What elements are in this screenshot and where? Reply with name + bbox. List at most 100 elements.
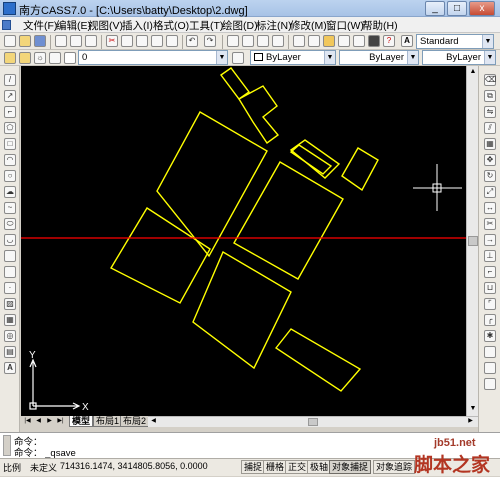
extend-icon[interactable]: →: [484, 234, 496, 246]
object-tracking-toggle[interactable]: 对象追踪: [373, 460, 416, 474]
coordinate-readout[interactable]: 714316.1474, 3414805.8056, 0.0000: [60, 461, 208, 471]
polygon-icon[interactable]: ⬠: [4, 122, 16, 134]
scroll-thumb[interactable]: [308, 418, 318, 426]
maximize-button[interactable]: □: [447, 1, 467, 16]
chamfer-icon[interactable]: ⌜: [484, 298, 496, 310]
extra-tool-icon[interactable]: [484, 378, 496, 390]
menu-file[interactable]: 文件(F): [23, 18, 57, 33]
open-icon[interactable]: [19, 35, 31, 47]
close-button[interactable]: x: [469, 1, 495, 16]
erase-icon[interactable]: ⌫: [484, 74, 496, 86]
text-style-select[interactable]: Standard ▼: [416, 34, 494, 49]
layer-manager-icon[interactable]: [4, 52, 16, 64]
line-icon[interactable]: /: [4, 74, 16, 86]
markup-icon[interactable]: [353, 35, 365, 47]
scroll-thumb[interactable]: [468, 236, 478, 246]
insert-block-icon[interactable]: [4, 250, 16, 262]
pan-icon[interactable]: [227, 35, 239, 47]
layer-states-icon[interactable]: [19, 52, 31, 64]
ortho-toggle[interactable]: 正交: [285, 460, 310, 474]
mirror-icon[interactable]: ⇋: [484, 106, 496, 118]
menu-dimension[interactable]: 标注(N): [256, 18, 292, 33]
vertical-scrollbar[interactable]: ▲ ▼: [466, 66, 478, 416]
scroll-left-icon[interactable]: ◀: [149, 417, 158, 426]
properties-panel-icon[interactable]: [484, 362, 496, 374]
design-center-icon[interactable]: [308, 35, 320, 47]
stretch-icon[interactable]: ↔: [484, 202, 496, 214]
rectangle-icon[interactable]: □: [4, 138, 16, 150]
menu-format[interactable]: 格式(O): [153, 18, 189, 33]
minimize-button[interactable]: _: [425, 1, 445, 16]
break-icon[interactable]: ⌐: [484, 266, 496, 278]
layer-select[interactable]: 0 ▼: [78, 50, 228, 65]
menu-tools[interactable]: 工具(T): [189, 18, 223, 33]
spline-icon[interactable]: ~: [4, 202, 16, 214]
move-icon[interactable]: ✥: [484, 154, 496, 166]
gradient-icon[interactable]: ▦: [4, 314, 16, 326]
horizontal-scrollbar[interactable]: ◀ ▶: [148, 416, 478, 427]
command-prompt-line[interactable]: 命令： _qsave: [14, 445, 76, 459]
scale-label[interactable]: 比例: [3, 461, 21, 474]
scale-icon[interactable]: ⤢: [484, 186, 496, 198]
copy-object-icon[interactable]: ⧉: [484, 90, 496, 102]
print-icon[interactable]: [55, 35, 67, 47]
circle-icon[interactable]: ○: [4, 170, 16, 182]
table-icon[interactable]: ▤: [4, 346, 16, 358]
print-preview-icon[interactable]: [70, 35, 82, 47]
make-block-icon[interactable]: [4, 266, 16, 278]
previous-tab-icon[interactable]: ◀: [34, 417, 43, 426]
make-current-layer-icon[interactable]: [232, 52, 244, 64]
undo-icon[interactable]: ↶: [186, 35, 198, 47]
scroll-down-icon[interactable]: ▼: [468, 404, 478, 414]
zoom-window-icon[interactable]: [257, 35, 269, 47]
scroll-right-icon[interactable]: ▶: [466, 417, 475, 426]
sheet-set-icon[interactable]: [338, 35, 350, 47]
zoom-realtime-icon[interactable]: [242, 35, 254, 47]
copy-icon[interactable]: [121, 35, 133, 47]
menu-window[interactable]: 窗口(W): [326, 18, 364, 33]
command-window-grip[interactable]: [3, 435, 11, 456]
break-at-point-icon[interactable]: ⊥: [484, 250, 496, 262]
block-editor-icon[interactable]: [166, 35, 178, 47]
color-select[interactable]: ByLayer ▼: [250, 50, 336, 65]
menu-modify[interactable]: 修改(M): [290, 18, 327, 33]
ellipse-arc-icon[interactable]: ◡: [4, 234, 16, 246]
menu-insert[interactable]: 插入(I): [122, 18, 153, 33]
ellipse-icon[interactable]: ⬭: [4, 218, 16, 230]
new-icon[interactable]: [4, 35, 16, 47]
document-menu-icon[interactable]: [2, 20, 11, 30]
menu-help[interactable]: 帮助(H): [362, 18, 398, 33]
explode-icon[interactable]: ✱: [484, 330, 496, 342]
publish-icon[interactable]: [85, 35, 97, 47]
multiline-text-icon[interactable]: A: [4, 362, 16, 374]
scroll-up-icon[interactable]: ▲: [468, 67, 478, 77]
array-icon[interactable]: ▦: [484, 138, 496, 150]
hatch-icon[interactable]: ▨: [4, 298, 16, 310]
save-icon[interactable]: [34, 35, 46, 47]
match-properties-icon[interactable]: [151, 35, 163, 47]
scale-value[interactable]: 未定义: [30, 461, 57, 474]
grid-toggle[interactable]: 栅格: [263, 460, 288, 474]
zoom-previous-icon[interactable]: [272, 35, 284, 47]
menu-draw[interactable]: 绘图(D): [222, 18, 258, 33]
polar-toggle[interactable]: 极轴: [307, 460, 332, 474]
properties-icon[interactable]: [293, 35, 305, 47]
offset-icon[interactable]: ⫽: [484, 122, 496, 134]
drawing-canvas[interactable]: Y X: [21, 66, 466, 416]
object-snap-toggle[interactable]: 对象捕捉: [329, 460, 372, 474]
menu-view[interactable]: 视图(V): [88, 18, 123, 33]
arc-icon[interactable]: ◠: [4, 154, 16, 166]
menu-edit[interactable]: 编辑(E): [56, 18, 91, 33]
next-tab-icon[interactable]: ▶: [45, 417, 54, 426]
construction-line-icon[interactable]: ↗: [4, 90, 16, 102]
redo-icon[interactable]: ↷: [204, 35, 216, 47]
cut-icon[interactable]: ✂: [106, 35, 118, 47]
last-tab-icon[interactable]: ▶|: [56, 417, 65, 426]
rotate-icon[interactable]: ↻: [484, 170, 496, 182]
lineweight-select[interactable]: ByLayer ▼: [422, 50, 496, 65]
tab-layout2[interactable]: 布局2: [120, 416, 150, 427]
region-icon[interactable]: ◎: [4, 330, 16, 342]
first-tab-icon[interactable]: |◀: [23, 417, 32, 426]
join-icon[interactable]: ⊔: [484, 282, 496, 294]
linetype-select[interactable]: ByLayer ▼: [339, 50, 419, 65]
